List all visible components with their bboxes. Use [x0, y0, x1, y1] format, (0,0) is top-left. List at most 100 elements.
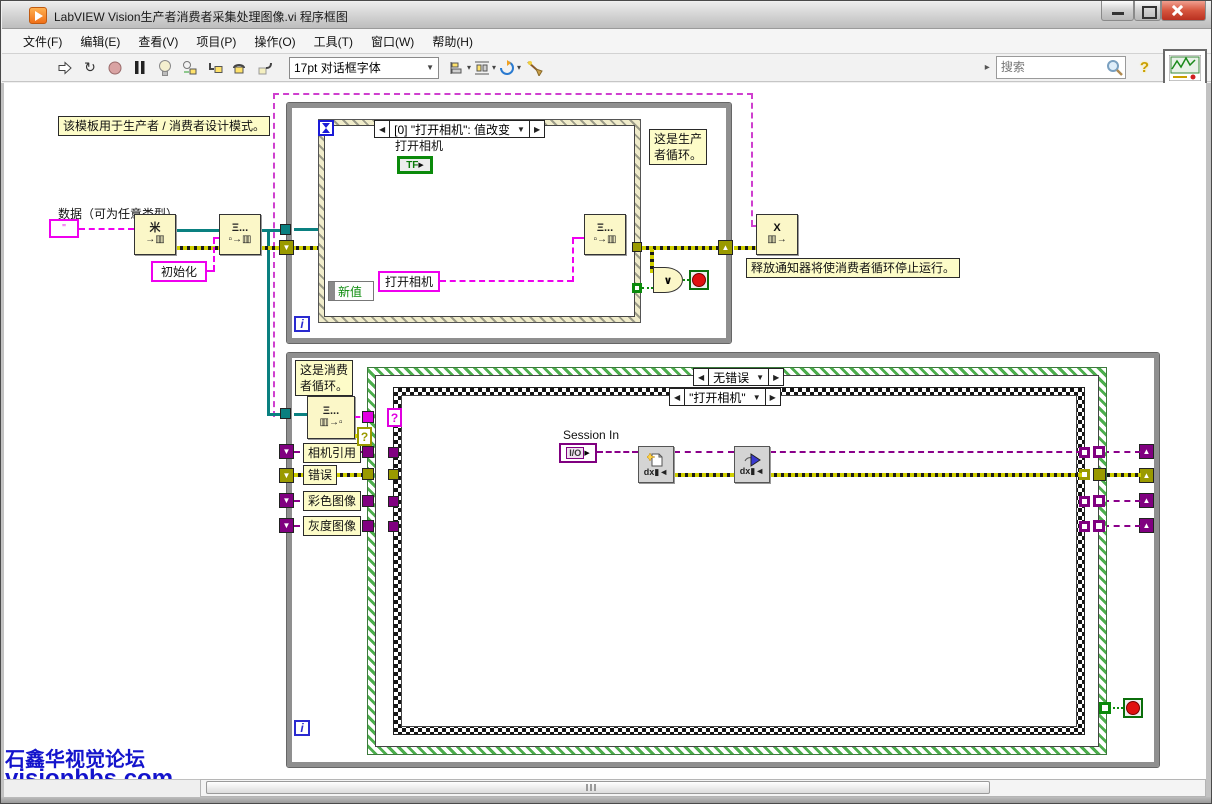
imaqdx-open-camera-node[interactable]: dx▮◄ — [638, 446, 674, 483]
producer-iteration-terminal[interactable]: i — [294, 316, 310, 332]
send-notification-node-event[interactable]: Ξ... ▫→▥ — [584, 214, 626, 255]
clean-up-diagram-button[interactable] — [524, 57, 546, 79]
case-prev-button[interactable]: ◀ — [670, 389, 685, 405]
help-icon[interactable]: ? — [1140, 59, 1149, 76]
error-tunnel-out[interactable] — [1093, 468, 1106, 481]
gray-image-tunnel[interactable] — [362, 520, 374, 532]
string-tunnel[interactable] — [362, 411, 374, 423]
gray-image-tunnel[interactable] — [388, 521, 399, 532]
horizontal-scrollbar-thumb[interactable] — [206, 781, 990, 794]
color-image-tunnel[interactable] — [362, 495, 374, 507]
open-camera-control-label[interactable]: 打开相机 — [395, 137, 443, 154]
menu-help[interactable]: 帮助(H) — [423, 30, 482, 53]
title-bar[interactable]: LabVIEW Vision生产者消费者采集处理图像.vi 程序框图 — [2, 2, 1211, 29]
imaqdx-grab-node[interactable]: dx▮◄ — [734, 446, 770, 483]
highlight-execution-button[interactable] — [154, 57, 176, 79]
release-notifier-node[interactable]: X ▥→ — [756, 214, 798, 255]
session-in-label[interactable]: Session In — [563, 428, 619, 442]
stop-boolean-tunnel[interactable] — [1099, 702, 1111, 714]
producer-loop-stop-terminal[interactable] — [689, 270, 709, 290]
abort-button[interactable] — [104, 57, 126, 79]
color-image-shift-register-right[interactable]: ▲ — [1139, 493, 1154, 508]
case-dropdown-icon[interactable]: ▼ — [753, 369, 768, 385]
search-box[interactable] — [996, 56, 1126, 79]
camera-case-label[interactable]: "打开相机" — [685, 389, 750, 405]
init-string-constant[interactable]: 初始化 — [151, 261, 207, 282]
event-dropdown-icon[interactable]: ▼ — [514, 121, 529, 137]
font-selector[interactable]: 17pt 对话框字体 ▼ — [289, 57, 439, 79]
close-button[interactable] — [1161, 1, 1206, 21]
event-next-button[interactable]: ▶ — [529, 121, 544, 137]
open-camera-boolean-terminal[interactable]: TF ▶ — [397, 156, 433, 174]
maximize-button[interactable] — [1134, 1, 1161, 21]
error-tunnel[interactable] — [388, 469, 399, 480]
distribute-objects-button[interactable]: ▾ — [474, 57, 496, 79]
event-data-node-newval[interactable]: 新值 — [328, 281, 374, 301]
case-next-button[interactable]: ▶ — [768, 369, 783, 385]
menu-view[interactable]: 查看(V) — [129, 30, 187, 53]
color-image-shift-register-left[interactable]: ▼ — [279, 493, 294, 508]
event-timeout-terminal[interactable] — [318, 120, 334, 136]
camera-ref-shift-register-left[interactable]: ▼ — [279, 444, 294, 459]
color-image-tunnel-out[interactable] — [1079, 496, 1090, 507]
error-shift-register-right[interactable]: ▲ — [1139, 468, 1154, 483]
template-note[interactable]: 该模板用于生产者 / 消费者设计模式。 — [58, 116, 270, 136]
error-shift-register-left[interactable]: ▼ — [279, 468, 294, 483]
notifier-tunnel[interactable] — [280, 224, 291, 235]
camera-ref-tunnel[interactable] — [388, 447, 399, 458]
step-into-button[interactable] — [204, 57, 226, 79]
case-dropdown-icon[interactable]: ▼ — [750, 389, 765, 405]
data-string-control[interactable]: '' — [49, 219, 79, 238]
wire-label-color-image[interactable]: 彩色图像 — [303, 491, 361, 511]
camera-ref-tunnel-out[interactable] — [1093, 446, 1105, 458]
release-note[interactable]: 释放通知器将使消费者循环停止运行。 — [746, 258, 960, 278]
menu-file[interactable]: 文件(F) — [14, 30, 71, 53]
gray-image-tunnel-out[interactable] — [1093, 520, 1105, 532]
gray-image-shift-register-left[interactable]: ▼ — [279, 518, 294, 533]
event-case-label[interactable]: [0] "打开相机": 值改变 — [390, 121, 514, 137]
step-out-button[interactable] — [254, 57, 276, 79]
wait-on-notification-node[interactable]: Ξ... ▥→▫ — [307, 396, 355, 439]
vi-icon-thumbnail[interactable] — [1163, 49, 1207, 87]
camera-ref-shift-register-right[interactable]: ▲ — [1139, 444, 1154, 459]
camera-case-structure[interactable] — [393, 387, 1085, 735]
case-prev-button[interactable]: ◀ — [694, 369, 709, 385]
menu-tools[interactable]: 工具(T) — [305, 30, 362, 53]
camera-ref-tunnel[interactable] — [362, 446, 374, 458]
search-input[interactable] — [997, 57, 1105, 76]
case-next-button[interactable]: ▶ — [765, 389, 780, 405]
consumer-iteration-terminal[interactable]: i — [294, 720, 310, 736]
wire-label-gray-image[interactable]: 灰度图像 — [303, 516, 361, 536]
color-image-tunnel[interactable] — [388, 496, 399, 507]
step-over-button[interactable] — [229, 57, 251, 79]
open-camera-string-constant[interactable]: 打开相机 — [378, 271, 440, 292]
consumer-loop-stop-terminal[interactable] — [1123, 698, 1143, 718]
menu-edit[interactable]: 编辑(E) — [71, 30, 129, 53]
obtain-notifier-node[interactable]: 米 →▥ — [134, 214, 176, 255]
minimize-button[interactable] — [1101, 1, 1134, 21]
wire-label-camera-ref[interactable]: 相机引用 — [303, 443, 361, 463]
run-button[interactable] — [54, 57, 76, 79]
boolean-tunnel[interactable] — [632, 283, 642, 293]
menu-project[interactable]: 项目(P) — [187, 30, 245, 53]
wire-label-error[interactable]: 错误 — [303, 465, 337, 485]
session-io-constant[interactable]: I/O ▶ — [559, 443, 597, 463]
producer-note[interactable]: 这是生产 者循环。 — [649, 129, 707, 165]
gray-image-tunnel-out[interactable] — [1079, 521, 1090, 532]
error-tunnel[interactable] — [632, 242, 642, 252]
error-case-label[interactable]: 无错误 — [709, 369, 753, 385]
menu-window[interactable]: 窗口(W) — [362, 30, 423, 53]
error-shift-register-left[interactable]: ▼ — [279, 240, 294, 255]
gray-image-shift-register-right[interactable]: ▲ — [1139, 518, 1154, 533]
event-prev-button[interactable]: ◀ — [375, 121, 390, 137]
pause-button[interactable] — [129, 57, 151, 79]
error-case-selector[interactable]: ? — [357, 427, 372, 446]
toolbar-overflow-button[interactable]: ▸ — [985, 62, 990, 73]
error-tunnel[interactable] — [362, 468, 374, 480]
menu-operate[interactable]: 操作(O) — [245, 30, 304, 53]
camera-case-selector[interactable]: ? — [387, 408, 402, 427]
error-shift-register-right[interactable]: ▲ — [718, 240, 733, 255]
notifier-tunnel[interactable] — [280, 408, 291, 419]
block-diagram-canvas[interactable]: 该模板用于生产者 / 消费者设计模式。 数据（可为任意类型） '' 米 →▥ Ξ… — [4, 83, 1206, 779]
reorder-objects-button[interactable]: ▾ — [499, 57, 521, 79]
